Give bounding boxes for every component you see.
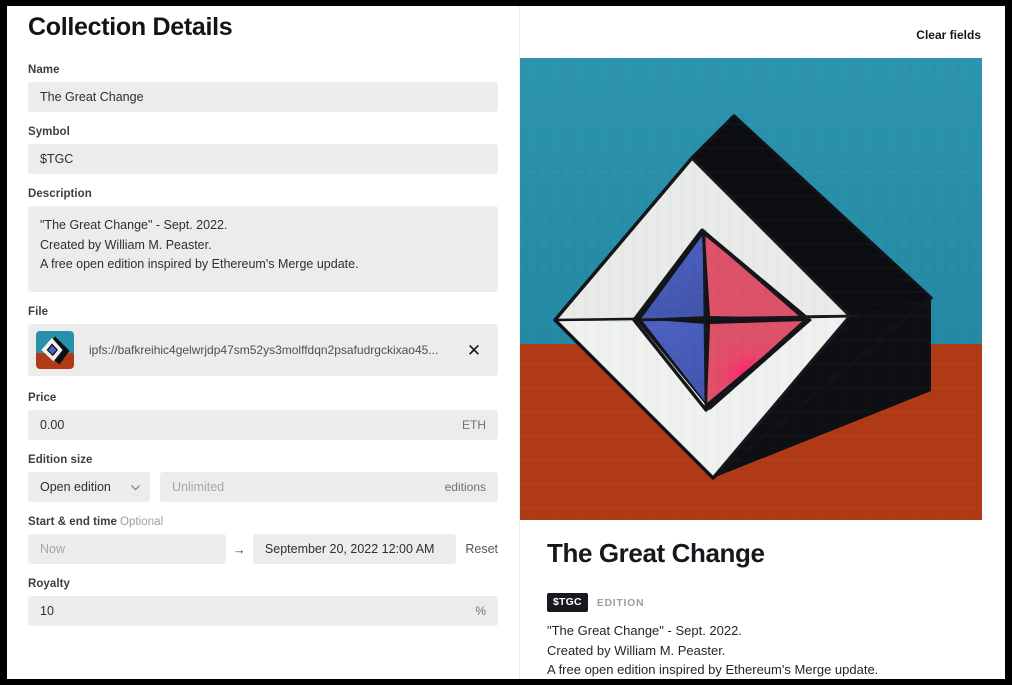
file-row[interactable]: ipfs://bafkreihic4gelwrjdp47sm52ys3molff… xyxy=(28,324,498,376)
schedule-row: Now → September 20, 2022 12:00 AM Reset xyxy=(28,534,498,564)
start-time-placeholder: Now xyxy=(40,542,66,556)
name-input[interactable]: The Great Change xyxy=(28,82,498,112)
edition-type-value: Open edition xyxy=(40,480,111,494)
symbol-input[interactable]: $TGC xyxy=(28,144,498,174)
field-label-royalty: Royalty xyxy=(28,578,70,590)
name-input-value: The Great Change xyxy=(40,90,144,104)
preview-description-line-3: A free open edition inspired by Ethereum… xyxy=(547,662,879,677)
price-input[interactable]: 0.00 ETH xyxy=(28,410,498,440)
field-label-description: Description xyxy=(28,188,92,200)
schedule-label-text: Start & end time xyxy=(28,516,117,528)
symbol-input-value: $TGC xyxy=(40,152,74,166)
file-name-value: ipfs://bafkreihic4gelwrjdp47sm52ys3molff… xyxy=(89,343,439,357)
field-label-schedule: Start & end time Optional xyxy=(28,516,498,528)
field-label-symbol: Symbol xyxy=(28,126,70,138)
edition-size-row: Open edition Unlimited editions xyxy=(28,472,498,502)
description-line-1: "The Great Change" - Sept. 2022. xyxy=(40,218,228,232)
end-time-input[interactable]: September 20, 2022 12:00 AM xyxy=(252,534,457,564)
artwork-image xyxy=(520,58,982,520)
price-input-value: 0.00 xyxy=(40,418,65,432)
field-schedule: Start & end time Optional Now → September… xyxy=(28,516,498,564)
royalty-input[interactable]: 10 % xyxy=(28,596,498,626)
nft-preview-panel: The Great Change $TGC EDITION "The Great… xyxy=(519,6,1005,679)
royalty-input-value: 10 xyxy=(40,604,54,618)
edition-quantity-input[interactable]: Unlimited editions xyxy=(160,472,498,502)
collection-form: Collection Details Name The Great Change… xyxy=(28,12,498,640)
schedule-optional-tag: Optional xyxy=(119,516,164,528)
collection-details-page: Clear fields Collection Details Name The… xyxy=(7,6,1005,679)
preview-description-line-1: "The Great Change" - Sept. 2022. xyxy=(547,623,742,638)
screenshot-frame: Clear fields Collection Details Name The… xyxy=(0,0,1012,685)
preview-badge-row: $TGC EDITION xyxy=(547,593,644,612)
royalty-percent-suffix: % xyxy=(475,604,486,618)
description-line-2: Created by William M. Peaster. xyxy=(40,237,212,252)
start-time-input[interactable]: Now xyxy=(28,534,226,564)
reset-schedule-button[interactable]: Reset xyxy=(465,542,498,556)
edition-type-tag: EDITION xyxy=(596,596,645,609)
edition-type-select[interactable]: Open edition xyxy=(28,472,150,502)
field-file: File ipfs://bafkreihic4gelwrjdp47sm52ys3… xyxy=(28,306,498,376)
page-title: Collection Details xyxy=(28,13,233,41)
price-currency-suffix: ETH xyxy=(462,418,486,432)
preview-description-line-2: Created by William M. Peaster. xyxy=(547,642,726,658)
symbol-badge: $TGC xyxy=(547,593,588,612)
field-description: Description "The Great Change" - Sept. 2… xyxy=(28,188,498,292)
edition-unit-suffix: editions xyxy=(444,480,486,494)
field-label-edition-size: Edition size xyxy=(28,454,93,466)
field-edition-size: Edition size Open edition Unlimited edit… xyxy=(28,454,498,502)
field-name: Name The Great Change xyxy=(28,64,498,112)
field-label-file: File xyxy=(28,306,49,318)
field-price: Price 0.00 ETH xyxy=(28,392,498,440)
remove-file-icon[interactable]: ✕ xyxy=(464,340,484,360)
edition-quantity-placeholder: Unlimited xyxy=(172,480,225,494)
preview-description: "The Great Change" - Sept. 2022. Created… xyxy=(547,621,977,679)
field-label-name: Name xyxy=(28,64,60,76)
field-royalty: Royalty 10 % xyxy=(28,578,498,626)
description-textarea[interactable]: "The Great Change" - Sept. 2022. Created… xyxy=(28,206,498,292)
field-symbol: Symbol $TGC xyxy=(28,126,498,174)
chevron-down-icon xyxy=(131,484,140,490)
artwork-thumbnail-icon xyxy=(36,331,74,369)
field-label-price: Price xyxy=(28,392,57,404)
end-time-value: September 20, 2022 12:00 AM xyxy=(264,542,435,556)
arrow-right-icon: → xyxy=(232,541,246,557)
preview-title: The Great Change xyxy=(547,538,765,568)
description-line-3: A free open edition inspired by Ethereum… xyxy=(40,257,359,271)
